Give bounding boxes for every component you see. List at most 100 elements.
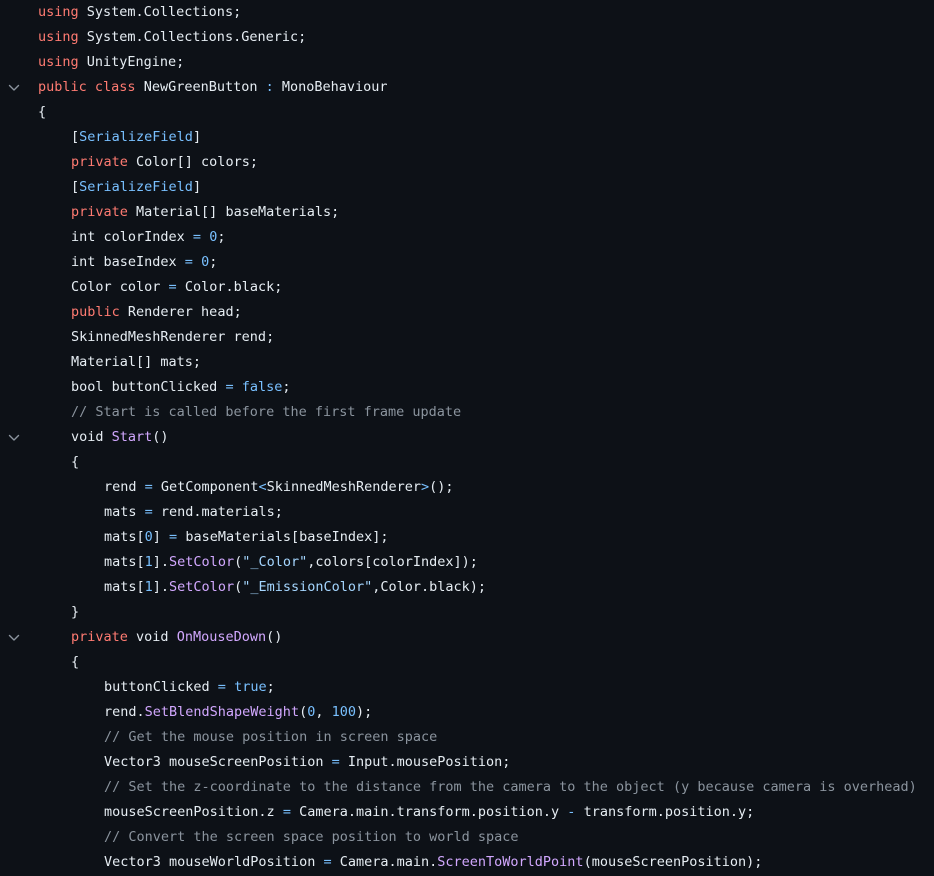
code-line[interactable]: {	[0, 650, 934, 675]
code-token: private	[71, 154, 128, 170]
code-line[interactable]: public Renderer head;	[0, 300, 934, 325]
code-line[interactable]: {	[0, 450, 934, 475]
code-token: 100	[331, 704, 357, 720]
code-token: );	[356, 704, 373, 720]
code-line[interactable]: Vector3 mouseScreenPosition = Input.mous…	[0, 750, 934, 775]
code-token: UnityEngine;	[78, 54, 185, 70]
code-text: rend = GetComponent<SkinnedMeshRenderer>…	[104, 475, 454, 500]
code-token: 0	[201, 254, 210, 270]
code-token: ,	[315, 704, 332, 720]
code-line[interactable]: mats[1].SetColor("_Color",colors[colorIn…	[0, 550, 934, 575]
code-token: MonoBehaviour	[273, 79, 388, 95]
code-text: mats[1].SetColor("_Color",colors[colorIn…	[104, 550, 478, 575]
code-token: :	[265, 79, 274, 95]
code-line[interactable]: [SerializeField]	[0, 125, 934, 150]
code-token: void	[127, 629, 177, 645]
code-token: Camera.main.transform.position.y	[290, 804, 568, 820]
code-token: System.Collections.Generic;	[78, 29, 307, 45]
code-text: [SerializeField]	[71, 125, 201, 150]
code-token: using	[38, 4, 79, 20]
code-line[interactable]: // Get the mouse position in screen spac…	[0, 725, 934, 750]
code-line[interactable]: Vector3 mouseWorldPosition = Camera.main…	[0, 850, 934, 875]
chevron-down-icon[interactable]	[7, 625, 21, 650]
code-line[interactable]: mats = rend.materials;	[0, 500, 934, 525]
code-line[interactable]: Material[] mats;	[0, 350, 934, 375]
code-token: ].	[152, 554, 170, 570]
code-token: NewGreenButton	[135, 79, 266, 95]
code-token: SetColor	[169, 579, 235, 595]
code-text: [SerializeField]	[71, 175, 201, 200]
code-token: Vector3 mouseScreenPosition	[104, 754, 332, 770]
code-editor[interactable]: using System.Collections; using System.Co…	[0, 0, 934, 876]
code-text: {	[38, 100, 46, 125]
code-token: 1	[144, 554, 153, 570]
code-text: mats[0] = baseMaterials[baseIndex];	[104, 525, 389, 550]
code-line[interactable]: rend = GetComponent<SkinnedMeshRenderer>…	[0, 475, 934, 500]
code-text: using UnityEngine;	[38, 50, 184, 75]
code-token: Color.black;	[176, 279, 283, 295]
code-token: private	[71, 204, 128, 220]
code-line[interactable]: using System.Collections;	[0, 0, 934, 25]
code-text: using System.Collections;	[38, 0, 241, 25]
code-token: ;	[209, 254, 218, 270]
code-token: rend.	[104, 704, 145, 720]
code-text: rend.SetBlendShapeWeight(0, 100);	[104, 700, 372, 725]
code-token: Color[] colors;	[127, 154, 258, 170]
chevron-down-icon[interactable]	[7, 75, 21, 100]
code-token: false	[241, 379, 283, 395]
code-token: =	[323, 854, 332, 870]
code-token: Material[] mats;	[71, 354, 202, 370]
code-token: Vector3 mouseWorldPosition	[104, 854, 324, 870]
code-token: Renderer head;	[119, 304, 242, 320]
code-token: ScreenToWorldPoint	[437, 854, 584, 870]
code-line[interactable]: void Start()	[0, 425, 934, 450]
code-line[interactable]: bool buttonClicked = false;	[0, 375, 934, 400]
code-line[interactable]: private Color[] colors;	[0, 150, 934, 175]
code-token: <	[258, 479, 267, 495]
code-text: Material[] mats;	[71, 350, 201, 375]
code-line[interactable]: int baseIndex = 0;	[0, 250, 934, 275]
code-token: SkinnedMeshRenderer	[266, 479, 422, 495]
code-line[interactable]: // Convert the screen space position to …	[0, 825, 934, 850]
code-text: using System.Collections.Generic;	[38, 25, 306, 50]
code-line[interactable]: Color color = Color.black;	[0, 275, 934, 300]
code-line[interactable]: {	[0, 100, 934, 125]
chevron-down-icon[interactable]	[7, 425, 21, 450]
code-line[interactable]: }	[0, 600, 934, 625]
code-token: true	[234, 679, 267, 695]
code-line[interactable]: mats[1].SetColor("_EmissionColor",Color.…	[0, 575, 934, 600]
code-line[interactable]: SkinnedMeshRenderer rend;	[0, 325, 934, 350]
code-line[interactable]: buttonClicked = true;	[0, 675, 934, 700]
code-token: ]	[192, 179, 202, 195]
code-text: Vector3 mouseScreenPosition = Input.mous…	[104, 750, 510, 775]
code-line[interactable]: int colorIndex = 0;	[0, 225, 934, 250]
code-line[interactable]: rend.SetBlendShapeWeight(0, 100);	[0, 700, 934, 725]
code-line[interactable]: using System.Collections.Generic;	[0, 25, 934, 50]
code-line[interactable]: public class NewGreenButton : MonoBehavi…	[0, 75, 934, 100]
code-token: =	[168, 279, 177, 295]
code-token: (	[234, 554, 243, 570]
code-token: ]	[192, 129, 202, 145]
code-text: Vector3 mouseWorldPosition = Camera.main…	[104, 850, 762, 875]
code-line[interactable]: // Set the z-coordinate to the distance …	[0, 775, 934, 800]
code-token: ]	[152, 529, 170, 545]
code-token: // Convert the screen space position to …	[104, 829, 519, 845]
code-line[interactable]: using UnityEngine;	[0, 50, 934, 75]
code-token: ,colors[colorIndex]);	[307, 554, 478, 570]
code-token: rend.materials;	[152, 504, 283, 520]
code-token: [	[71, 129, 80, 145]
code-token: Color color	[71, 279, 169, 295]
code-token: private	[71, 629, 128, 645]
code-text: void Start()	[71, 425, 169, 450]
code-token: (mouseScreenPosition);	[583, 854, 763, 870]
code-line[interactable]: [SerializeField]	[0, 175, 934, 200]
code-line[interactable]: private Material[] baseMaterials;	[0, 200, 934, 225]
code-line[interactable]: mouseScreenPosition.z = Camera.main.tran…	[0, 800, 934, 825]
code-line[interactable]: mats[0] = baseMaterials[baseIndex];	[0, 525, 934, 550]
code-token: =	[282, 804, 291, 820]
code-line[interactable]: // Start is called before the first fram…	[0, 400, 934, 425]
code-line[interactable]: private void OnMouseDown()	[0, 625, 934, 650]
code-token: =	[217, 679, 226, 695]
